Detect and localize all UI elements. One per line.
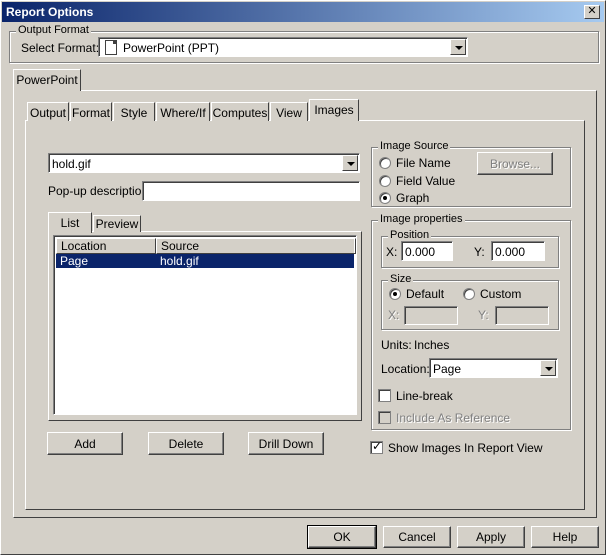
tab-output-label: Output bbox=[29, 106, 67, 120]
size-label: Size bbox=[388, 273, 414, 285]
location-label: Location: bbox=[381, 362, 430, 376]
close-button[interactable]: ✕ bbox=[584, 5, 600, 19]
tab-computes[interactable]: Computes bbox=[211, 102, 269, 121]
tab-images[interactable]: Images bbox=[309, 99, 359, 121]
popup-description-input[interactable] bbox=[142, 181, 360, 201]
size-x-input[interactable] bbox=[404, 306, 458, 325]
tab-output[interactable]: Output bbox=[27, 102, 69, 121]
file-name-label: File Name bbox=[396, 156, 451, 170]
report-options-dialog: Report Options ✕ Output Format Select Fo… bbox=[0, 0, 606, 555]
line-break-checkbox[interactable] bbox=[378, 389, 391, 402]
select-format-value: PowerPoint (PPT) bbox=[123, 41, 220, 55]
select-format-label: Select Format: bbox=[21, 41, 100, 55]
show-images-label: Show Images In Report View bbox=[388, 441, 543, 455]
location-dropdown[interactable]: Page bbox=[429, 358, 558, 378]
cancel-button-label: Cancel bbox=[398, 530, 436, 544]
row-source: hold.gif bbox=[160, 254, 199, 268]
position-x-label: X: bbox=[386, 245, 398, 259]
column-source[interactable]: Source bbox=[156, 238, 356, 254]
position-y-value: 0.000 bbox=[495, 245, 526, 259]
tab-where-if[interactable]: Where/If bbox=[156, 102, 210, 121]
row-location: Page bbox=[60, 254, 89, 268]
help-button-label: Help bbox=[552, 530, 578, 544]
drill-down-button-label: Drill Down bbox=[258, 437, 314, 451]
size-x-label: X: bbox=[388, 308, 400, 322]
tab-images-label: Images bbox=[314, 103, 354, 117]
add-button[interactable]: Add bbox=[47, 432, 123, 455]
units-value: Inches bbox=[414, 338, 450, 352]
output-format-label: Output Format bbox=[16, 24, 91, 36]
graph-radio[interactable] bbox=[379, 192, 391, 204]
delete-button[interactable]: Delete bbox=[148, 432, 224, 455]
field-value-radio[interactable] bbox=[379, 175, 391, 187]
location-value: Page bbox=[433, 362, 462, 376]
cancel-button[interactable]: Cancel bbox=[383, 526, 451, 548]
tab-style-label: Style bbox=[120, 106, 148, 120]
select-format-dropdown[interactable]: PowerPoint (PPT) bbox=[98, 37, 468, 57]
position-x-value: 0.000 bbox=[405, 245, 436, 259]
column-location[interactable]: Location bbox=[56, 238, 156, 254]
tab-powerpoint-label: PowerPoint bbox=[16, 73, 78, 87]
apply-button[interactable]: Apply bbox=[457, 526, 525, 548]
position-y-input[interactable]: 0.000 bbox=[491, 241, 545, 261]
tab-format[interactable]: Format bbox=[70, 102, 112, 121]
add-button-label: Add bbox=[74, 437, 96, 451]
size-y-input[interactable] bbox=[495, 306, 549, 325]
ok-button[interactable]: OK bbox=[307, 525, 377, 549]
help-button[interactable]: Help bbox=[531, 526, 599, 548]
chevron-down-icon[interactable] bbox=[450, 39, 466, 55]
size-y-label: Y: bbox=[478, 308, 489, 322]
position-label: Position bbox=[388, 229, 432, 241]
chevron-down-icon[interactable] bbox=[540, 360, 556, 376]
tab-format-label: Format bbox=[71, 106, 110, 120]
tab-view[interactable]: View bbox=[270, 102, 308, 121]
document-icon bbox=[105, 40, 117, 55]
images-list[interactable]: Location Source Page hold.gif bbox=[53, 235, 357, 415]
drill-down-button[interactable]: Drill Down bbox=[248, 432, 324, 455]
close-icon: ✕ bbox=[587, 5, 597, 17]
position-y-label: Y: bbox=[474, 245, 485, 259]
title-bar[interactable]: Report Options ✕ bbox=[2, 2, 604, 22]
line-break-label: Line-break bbox=[396, 389, 453, 403]
show-images-checkbox[interactable] bbox=[370, 439, 383, 454]
tab-list[interactable]: List bbox=[48, 212, 92, 233]
image-file-dropdown[interactable]: hold.gif bbox=[48, 153, 360, 173]
size-custom-radio[interactable] bbox=[463, 288, 475, 300]
delete-button-label: Delete bbox=[168, 437, 204, 451]
tab-computes-label: Computes bbox=[212, 106, 268, 120]
size-custom-label: Custom bbox=[480, 287, 522, 301]
field-value-label: Field Value bbox=[396, 174, 456, 188]
apply-button-label: Apply bbox=[475, 530, 507, 544]
size-default-label: Default bbox=[406, 287, 445, 301]
include-reference-label: Include As Reference bbox=[396, 411, 511, 425]
ok-button-label: OK bbox=[333, 530, 351, 544]
tab-list-label: List bbox=[60, 216, 80, 230]
table-row[interactable]: Page hold.gif bbox=[56, 254, 354, 268]
image-properties-label: Image properties bbox=[378, 213, 465, 225]
popup-description-label: Pop-up description: bbox=[48, 184, 152, 198]
chevron-down-icon[interactable] bbox=[342, 155, 358, 171]
list-header: Location Source bbox=[56, 238, 356, 254]
tab-preview-label: Preview bbox=[95, 217, 139, 231]
position-x-input[interactable]: 0.000 bbox=[401, 241, 453, 261]
graph-label: Graph bbox=[396, 191, 430, 205]
tab-where-if-label: Where/If bbox=[160, 106, 206, 120]
browse-button-label: Browse... bbox=[489, 157, 540, 171]
file-name-radio[interactable] bbox=[379, 157, 391, 169]
window-title: Report Options bbox=[6, 5, 94, 19]
tab-view-label: View bbox=[276, 106, 302, 120]
tab-preview[interactable]: Preview bbox=[93, 215, 141, 232]
tab-style[interactable]: Style bbox=[113, 102, 155, 121]
image-file-value: hold.gif bbox=[52, 157, 91, 171]
units-label: Units: bbox=[381, 338, 412, 352]
image-source-label: Image Source bbox=[378, 140, 451, 152]
tab-powerpoint[interactable]: PowerPoint bbox=[13, 69, 81, 91]
browse-button[interactable]: Browse... bbox=[477, 152, 553, 175]
include-reference-checkbox[interactable] bbox=[378, 411, 391, 424]
size-default-radio[interactable] bbox=[389, 288, 401, 300]
